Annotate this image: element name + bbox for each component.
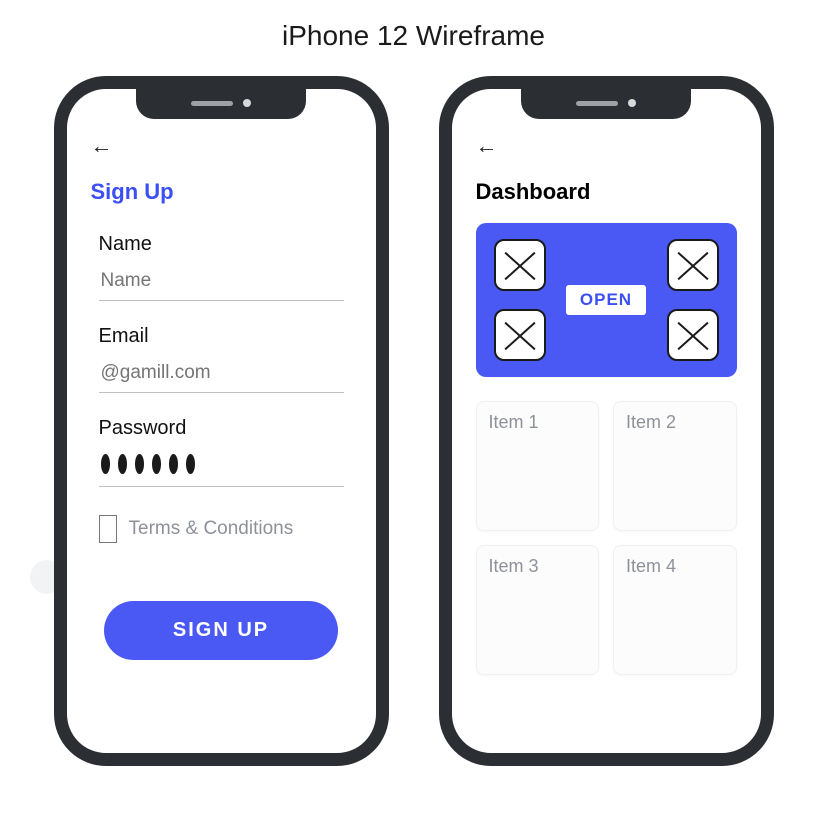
password-dot — [186, 454, 195, 474]
front-camera-dot — [243, 99, 251, 107]
back-arrow-icon[interactable]: ← — [476, 135, 498, 157]
front-camera-dot — [628, 99, 636, 107]
placeholder-image-icon — [494, 239, 546, 291]
speaker-slot — [576, 101, 618, 106]
password-input[interactable] — [99, 450, 344, 487]
email-label: Email — [99, 325, 344, 348]
password-field-group: Password — [99, 417, 344, 487]
password-dot — [135, 454, 144, 474]
name-label: Name — [99, 233, 344, 256]
open-button[interactable]: OPEN — [566, 285, 646, 315]
email-field-group: Email — [99, 325, 344, 393]
signup-button[interactable]: SIGN UP — [104, 601, 339, 660]
password-dot — [118, 454, 127, 474]
item-label: Item 3 — [489, 556, 587, 577]
item-label: Item 2 — [626, 412, 724, 433]
dashboard-item-card[interactable]: Item 4 — [613, 545, 737, 675]
phone-notch — [521, 87, 691, 119]
dashboard-hero-card: OPEN — [476, 223, 737, 377]
phone-frame-signup: ← Sign Up Name Email Password — [54, 76, 389, 766]
terms-label: Terms & Conditions — [129, 518, 294, 540]
dashboard-item-card[interactable]: Item 3 — [476, 545, 600, 675]
item-label: Item 4 — [626, 556, 724, 577]
placeholder-image-icon — [667, 239, 719, 291]
signup-heading: Sign Up — [91, 179, 352, 205]
back-arrow-icon[interactable]: ← — [91, 135, 113, 157]
name-field-group: Name — [99, 233, 344, 301]
phone-notch — [136, 87, 306, 119]
dashboard-item-card[interactable]: Item 1 — [476, 401, 600, 531]
password-dot — [101, 454, 110, 474]
name-input[interactable] — [99, 266, 344, 301]
item-label: Item 1 — [489, 412, 587, 433]
password-label: Password — [99, 417, 344, 440]
email-input[interactable] — [99, 358, 344, 393]
placeholder-image-icon — [494, 309, 546, 361]
dashboard-heading: Dashboard — [476, 179, 737, 205]
password-dot — [169, 454, 178, 474]
speaker-slot — [191, 101, 233, 106]
dashboard-item-card[interactable]: Item 2 — [613, 401, 737, 531]
phone-frame-dashboard: ← Dashboard OPEN Item 1 Item 2 Item 3 — [439, 76, 774, 766]
placeholder-image-icon — [667, 309, 719, 361]
page-title: iPhone 12 Wireframe — [0, 0, 827, 52]
dashboard-item-grid: Item 1 Item 2 Item 3 Item 4 — [476, 401, 737, 675]
terms-row: Terms & Conditions — [99, 515, 344, 543]
password-dot — [152, 454, 161, 474]
terms-checkbox[interactable] — [99, 515, 117, 543]
